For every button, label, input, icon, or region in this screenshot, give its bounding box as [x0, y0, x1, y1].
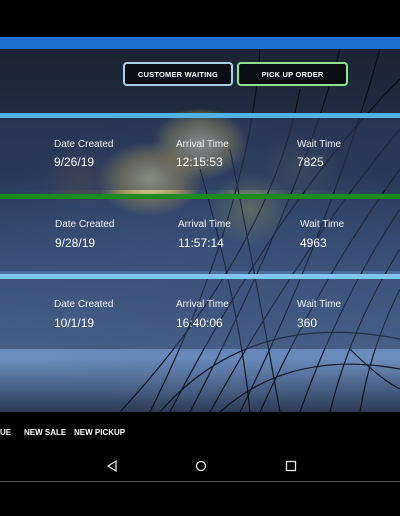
app-accent-bar [0, 37, 400, 49]
arrival-time-label: Arrival Time [178, 219, 231, 230]
wait-time-label: Wait Time [297, 299, 342, 310]
wait-time-value: 7825 [297, 155, 324, 169]
arrival-time-value: 12:15:53 [176, 155, 223, 169]
status-bar-area [0, 0, 400, 37]
arrival-time-value: 16:40:06 [176, 316, 223, 330]
order-card[interactable] [0, 279, 400, 349]
date-created-label: Date Created [54, 139, 114, 150]
back-icon[interactable] [105, 459, 119, 473]
order-card[interactable] [0, 199, 400, 271]
date-created-value: 9/26/19 [54, 155, 95, 169]
date-created-value: 9/28/19 [55, 236, 96, 250]
customer-waiting-button[interactable]: CUSTOMER WAITING [123, 62, 233, 86]
screen-bottom-edge [0, 481, 400, 482]
date-created-value: 10/1/19 [54, 316, 95, 330]
arrival-time-label: Arrival Time [176, 139, 229, 150]
wait-time-value: 4963 [300, 236, 327, 250]
wait-time-label: Wait Time [300, 219, 345, 230]
home-icon[interactable] [194, 459, 208, 473]
recents-icon[interactable] [284, 459, 298, 473]
queue-nav-link[interactable]: UE [0, 428, 11, 437]
date-created-label: Date Created [55, 219, 115, 230]
order-card[interactable] [0, 118, 400, 190]
arrival-time-label: Arrival Time [176, 299, 229, 310]
wait-time-value: 360 [297, 316, 318, 330]
date-created-label: Date Created [54, 299, 114, 310]
arrival-time-value: 11:57:14 [178, 236, 224, 250]
wait-time-label: Wait Time [297, 139, 342, 150]
new-sale-nav-link[interactable]: NEW SALE [24, 428, 66, 437]
pick-up-order-button[interactable]: PICK UP ORDER [237, 62, 348, 86]
new-pickup-nav-link[interactable]: NEW PICKUP [74, 428, 125, 437]
